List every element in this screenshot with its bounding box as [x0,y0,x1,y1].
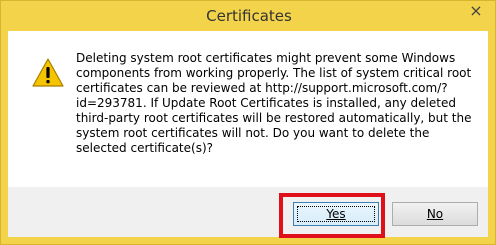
warning-icon [32,58,64,87]
no-button-label: No [426,207,444,221]
close-icon: × [469,1,483,20]
focus-rectangle [297,206,375,222]
window-title: Certificates [206,7,292,25]
no-button[interactable]: No [392,202,478,226]
title-bar[interactable]: Certificates × [1,1,496,32]
dialog-message: Deleting system root certificates might … [76,51,472,155]
close-button[interactable]: × [461,1,491,21]
yes-button[interactable]: Yes [293,202,379,226]
message-panel: Deleting system root certificates might … [8,31,488,187]
